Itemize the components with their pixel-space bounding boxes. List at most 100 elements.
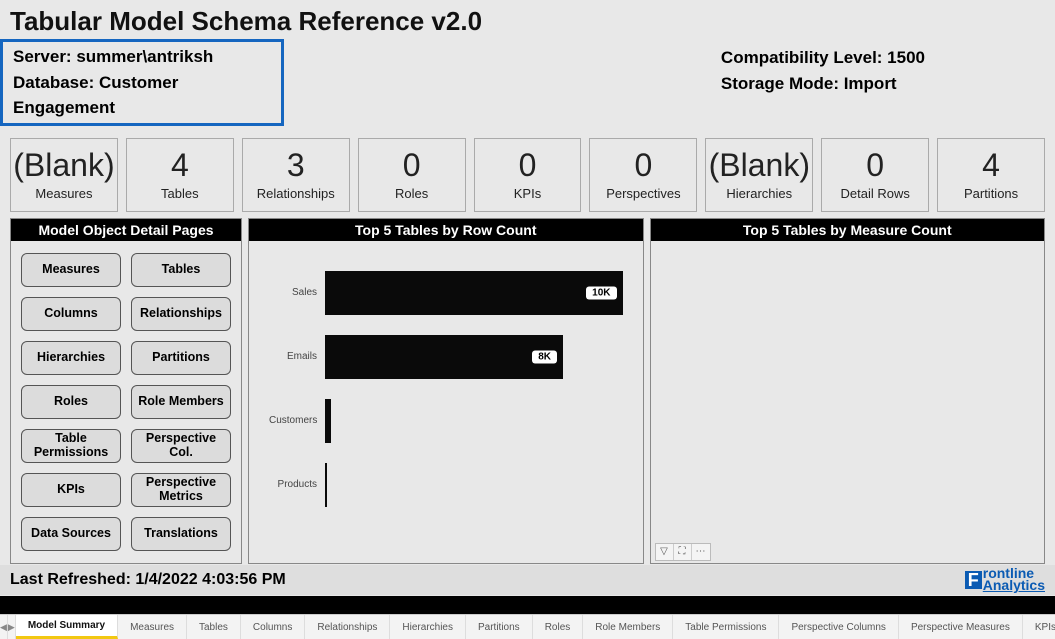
metric-card-roles[interactable]: 0 Roles	[358, 138, 466, 212]
tab-relationships[interactable]: Relationships	[305, 615, 390, 639]
bar-row: Sales 10K	[269, 261, 623, 325]
metric-card-kpis[interactable]: 0 KPIs	[474, 138, 582, 212]
metric-card-perspectives[interactable]: 0 Perspectives	[589, 138, 697, 212]
logo-bottom: Analytics	[983, 577, 1045, 593]
server-db-box: Server: summer\antriksh Database: Custom…	[0, 39, 284, 126]
visual-toolbar: ▽ ⛶ ⋯	[655, 543, 711, 561]
tab-model-summary[interactable]: Model Summary	[16, 615, 118, 639]
panel-header-left: Model Object Detail Pages	[11, 219, 241, 241]
tab-scroll-right-icon[interactable]: ▶	[8, 615, 16, 639]
nav-btn-hierarchies[interactable]: Hierarchies	[21, 341, 121, 375]
bar[interactable]	[325, 399, 331, 443]
nav-btn-partitions[interactable]: Partitions	[131, 341, 231, 375]
more-icon[interactable]: ⋯	[692, 544, 710, 560]
model-props: Compatibility Level: 1500 Storage Mode: …	[721, 39, 1045, 126]
nav-btn-roles[interactable]: Roles	[21, 385, 121, 419]
metric-card-measures[interactable]: (Blank) Measures	[10, 138, 118, 212]
nav-btn-translations[interactable]: Translations	[131, 517, 231, 551]
metric-card-partitions[interactable]: 4 Partitions	[937, 138, 1045, 212]
tab-tables[interactable]: Tables	[187, 615, 241, 639]
bar-row: Emails 8K	[269, 325, 623, 389]
tab-perspective-measures[interactable]: Perspective Measures	[899, 615, 1023, 639]
tab-roles[interactable]: Roles	[533, 615, 584, 639]
metric-value: (Blank)	[13, 147, 115, 184]
nav-btn-perspective-metrics[interactable]: Perspective Metrics	[131, 473, 231, 507]
tab-kpis[interactable]: KPIs	[1023, 615, 1055, 639]
metric-label: Tables	[129, 186, 231, 201]
metric-card-relationships[interactable]: 3 Relationships	[242, 138, 350, 212]
page-title: Tabular Model Schema Reference v2.0	[10, 6, 1045, 37]
metric-card-tables[interactable]: 4 Tables	[126, 138, 234, 212]
metric-value: (Blank)	[708, 147, 810, 184]
tab-scroll-left-icon[interactable]: ◀	[0, 615, 8, 639]
bar[interactable]: 8K	[325, 335, 563, 379]
metric-label: Hierarchies	[708, 186, 810, 201]
metric-value: 3	[245, 147, 347, 184]
nav-btn-table-permissions[interactable]: Table Permissions	[21, 429, 121, 463]
bar-wrap	[325, 463, 623, 507]
metric-value: 4	[940, 147, 1042, 184]
metric-value: 4	[129, 147, 231, 184]
bar-wrap: 8K	[325, 335, 623, 379]
nav-btn-measures[interactable]: Measures	[21, 253, 121, 287]
tabs-row: ◀ ▶ Model SummaryMeasuresTablesColumnsRe…	[0, 614, 1055, 639]
tab-role-members[interactable]: Role Members	[583, 615, 673, 639]
metric-value: 0	[361, 147, 463, 184]
metric-label: Detail Rows	[824, 186, 926, 201]
nav-btn-data-sources[interactable]: Data Sources	[21, 517, 121, 551]
bar[interactable]	[325, 463, 327, 507]
filter-icon[interactable]: ▽	[656, 544, 674, 560]
bar-wrap	[325, 399, 623, 443]
bar-value-label: 8K	[532, 350, 557, 363]
nav-btn-tables[interactable]: Tables	[131, 253, 231, 287]
tab-table-permissions[interactable]: Table Permissions	[673, 615, 779, 639]
panel-top-tables-rows: Top 5 Tables by Row Count Sales 10K Emails…	[248, 218, 644, 564]
bar-category-label: Products	[269, 479, 325, 490]
nav-btn-role-members[interactable]: Role Members	[131, 385, 231, 419]
bar[interactable]: 10K	[325, 271, 623, 315]
metric-label: Relationships	[245, 186, 347, 201]
focus-icon[interactable]: ⛶	[674, 544, 692, 560]
tab-measures[interactable]: Measures	[118, 615, 187, 639]
panel-header-mid: Top 5 Tables by Row Count	[249, 219, 643, 241]
compat-level: Compatibility Level: 1500	[721, 45, 925, 71]
frontline-logo: F rontline Analytics	[965, 568, 1045, 592]
nav-btn-perspective-col-[interactable]: Perspective Col.	[131, 429, 231, 463]
bar-chart: Sales 10K Emails 8K Customers Products	[249, 241, 643, 541]
server-label: Server: summer\antriksh	[13, 44, 273, 70]
metric-label: Partitions	[940, 186, 1042, 201]
storage-mode: Storage Mode: Import	[721, 71, 925, 97]
metric-value: 0	[477, 147, 579, 184]
tab-hierarchies[interactable]: Hierarchies	[390, 615, 466, 639]
metric-label: Perspectives	[592, 186, 694, 201]
footer-row: Last Refreshed: 1/4/2022 4:03:56 PM F ro…	[0, 565, 1055, 595]
bar-category-label: Customers	[269, 415, 325, 426]
panel-detail-pages: Model Object Detail Pages Measures Tables…	[10, 218, 242, 564]
info-row: Server: summer\antriksh Database: Custom…	[0, 37, 1055, 132]
bar-row: Products	[269, 453, 623, 517]
bar-category-label: Sales	[269, 287, 325, 298]
nav-btn-columns[interactable]: Columns	[21, 297, 121, 331]
tab-columns[interactable]: Columns	[241, 615, 305, 639]
metric-card-hierarchies[interactable]: (Blank) Hierarchies	[705, 138, 813, 212]
metric-value: 0	[592, 147, 694, 184]
black-bar	[0, 596, 1055, 615]
panel-header-right: Top 5 Tables by Measure Count	[651, 219, 1045, 241]
nav-btn-kpis[interactable]: KPIs	[21, 473, 121, 507]
bar-row: Customers	[269, 389, 623, 453]
metric-card-detail-rows[interactable]: 0 Detail Rows	[821, 138, 929, 212]
metric-value: 0	[824, 147, 926, 184]
metrics-row: (Blank) Measures 4 Tables 3 Relationships 0 Rol…	[0, 132, 1055, 218]
nav-btn-relationships[interactable]: Relationships	[131, 297, 231, 331]
tab-partitions[interactable]: Partitions	[466, 615, 533, 639]
metric-label: Measures	[13, 186, 115, 201]
tab-perspective-columns[interactable]: Perspective Columns	[779, 615, 898, 639]
panel-top-tables-measures: Top 5 Tables by Measure Count ▽ ⛶ ⋯	[650, 218, 1046, 564]
database-label: Database: Customer Engagement	[13, 70, 273, 121]
last-refreshed: Last Refreshed: 1/4/2022 4:03:56 PM	[10, 571, 286, 589]
bar-value-label: 10K	[586, 286, 616, 299]
bar-wrap: 10K	[325, 271, 623, 315]
metric-label: KPIs	[477, 186, 579, 201]
bar-category-label: Emails	[269, 351, 325, 362]
metric-label: Roles	[361, 186, 463, 201]
